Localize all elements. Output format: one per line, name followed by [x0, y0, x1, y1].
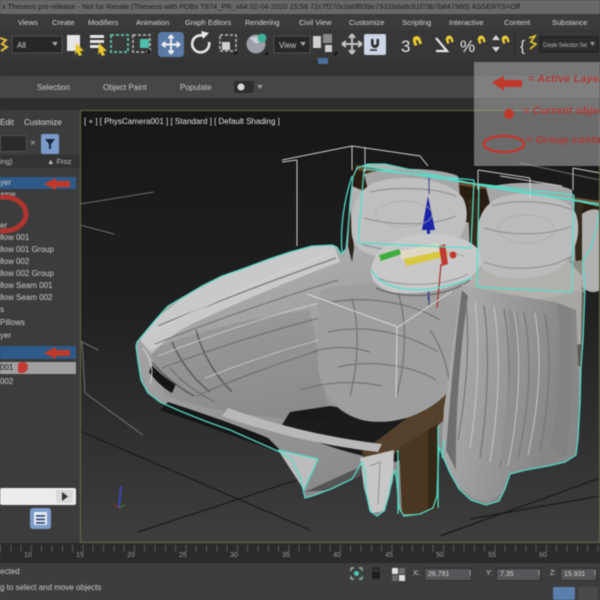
svg-text:{: {: [520, 38, 525, 55]
svg-text:Create Selection Set: Create Selection Set: [543, 42, 587, 49]
svg-text:All: All: [17, 41, 26, 50]
svg-text:[ + ] [ PhysCamera001 ] [ Stan: [ + ] [ PhysCamera001 ] [ Standard ] [ D…: [84, 117, 280, 126]
svg-text:%: %: [460, 37, 475, 56]
svg-text:3: 3: [401, 37, 410, 56]
svg-text:View: View: [279, 41, 296, 50]
